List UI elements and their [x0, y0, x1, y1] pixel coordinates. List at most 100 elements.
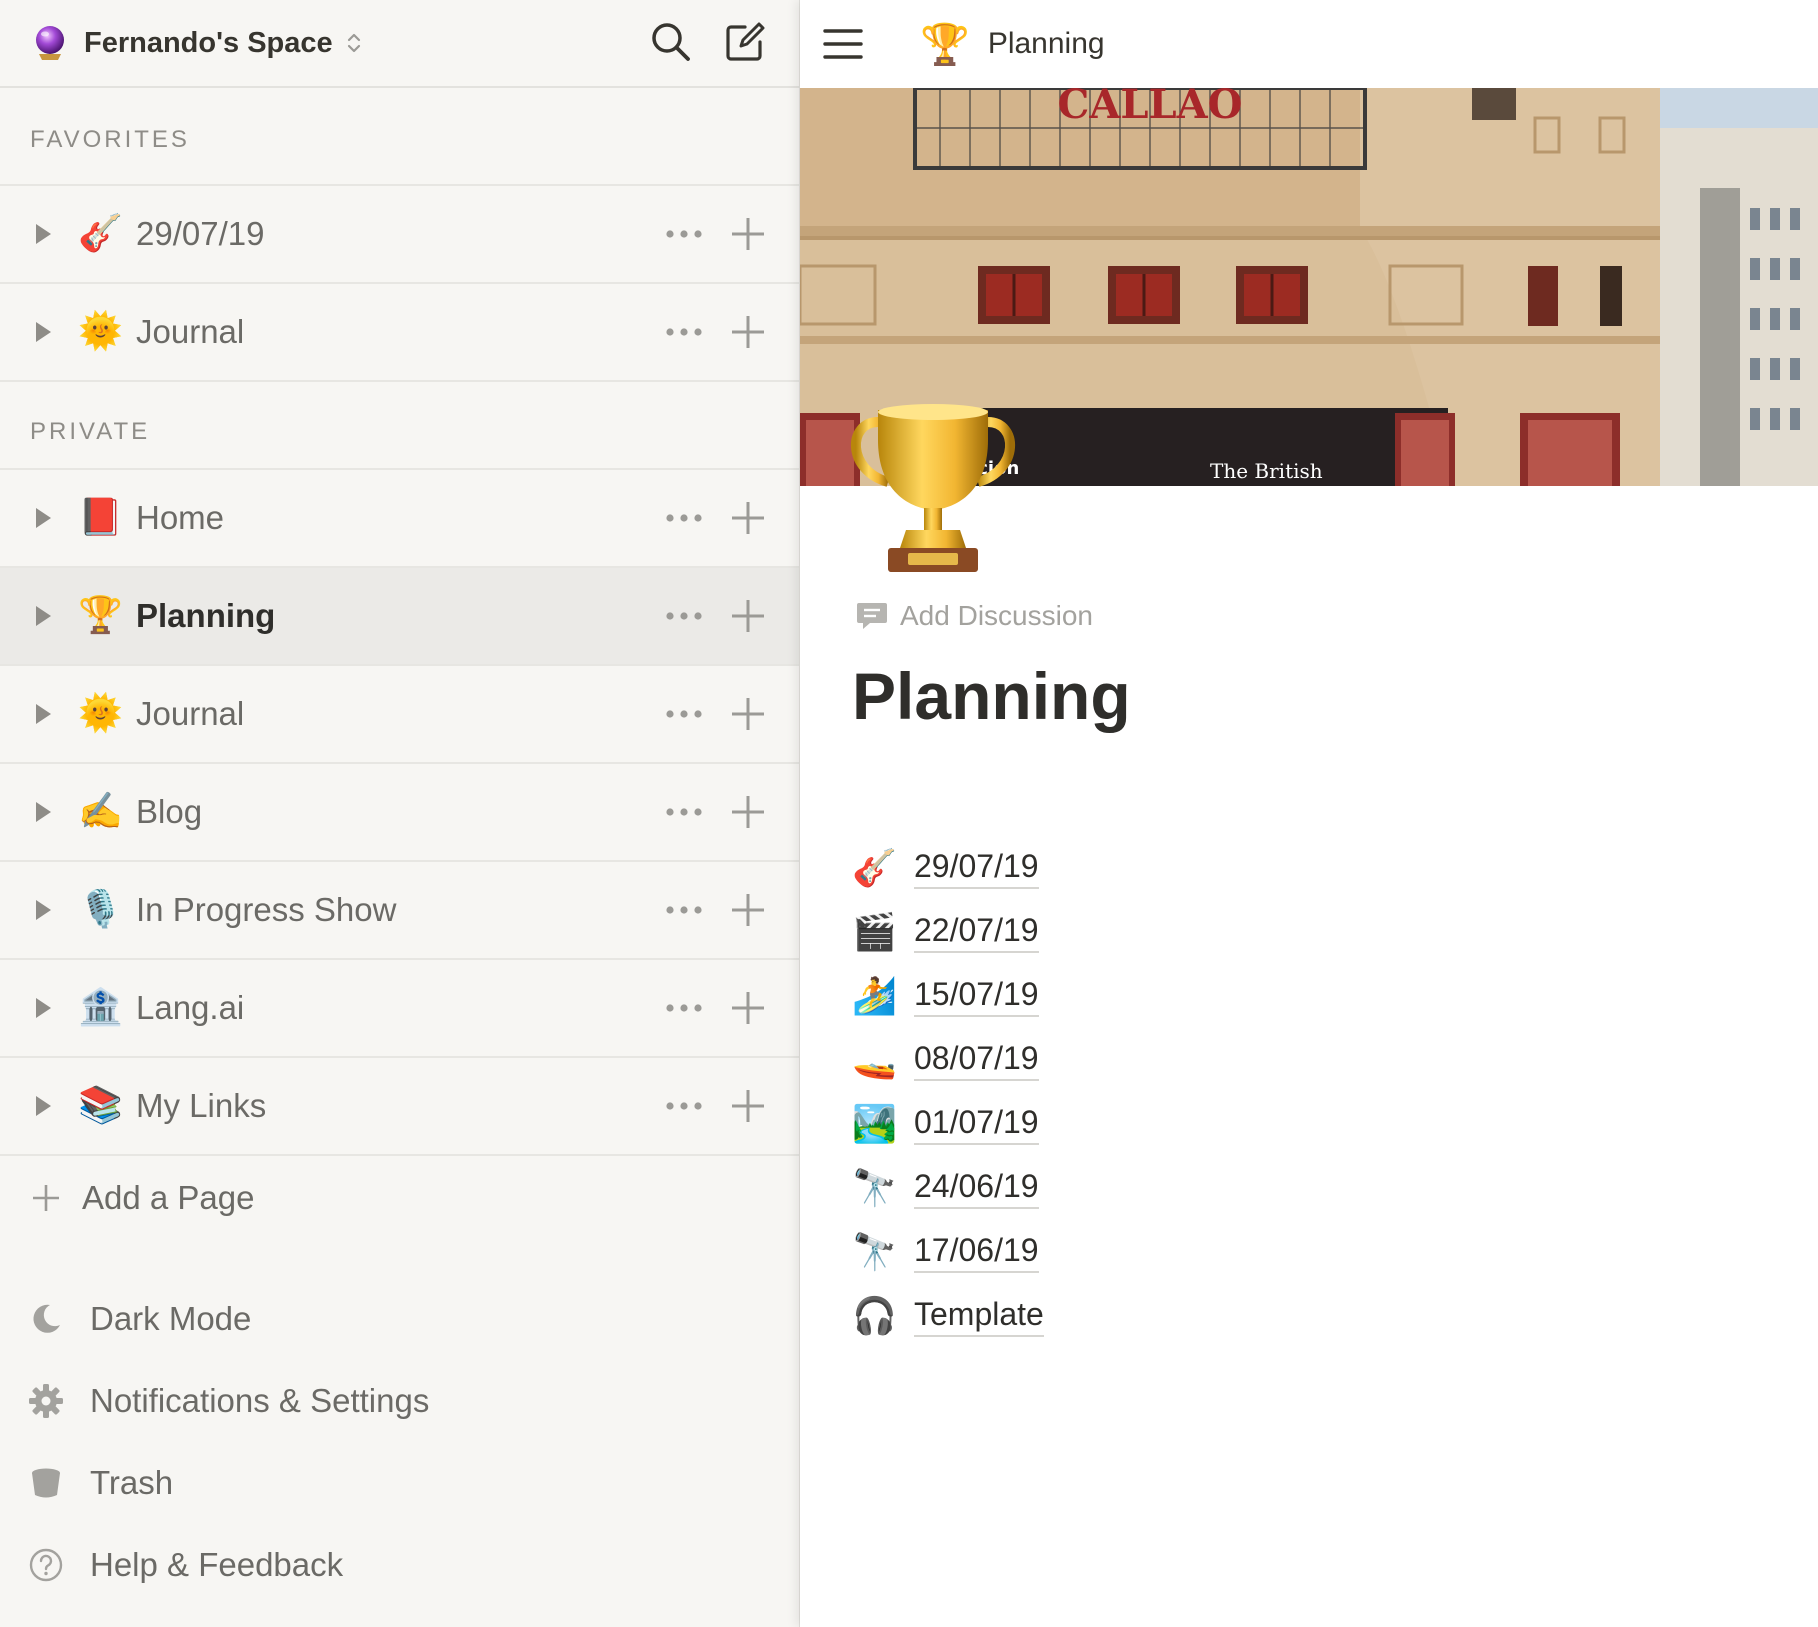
- sidebar-item-label: Journal: [136, 313, 245, 350]
- new-page-icon[interactable]: [721, 18, 769, 66]
- topbar: 🏆 Planning: [800, 0, 1818, 88]
- add-discussion-button[interactable]: Add Discussion: [856, 600, 1093, 632]
- subpage-link-22-07-19[interactable]: 🎬 22/07/19: [852, 900, 1044, 964]
- add-subpage-icon[interactable]: [728, 1086, 768, 1126]
- expand-toggle-icon[interactable]: [36, 1096, 51, 1116]
- expand-toggle-icon[interactable]: [36, 998, 51, 1018]
- add-subpage-icon[interactable]: [728, 596, 768, 636]
- search-icon[interactable]: [647, 18, 695, 66]
- subpage-list: 🎸 29/07/19 🎬 22/07/19 🏄 15/07/19 🚤 08/07…: [852, 836, 1044, 1348]
- add-subpage-icon[interactable]: [728, 890, 768, 930]
- subpage-link-template[interactable]: 🎧 Template: [852, 1284, 1044, 1348]
- add-subpage-icon[interactable]: [728, 988, 768, 1028]
- dark-mode-button[interactable]: Dark Mode: [0, 1278, 800, 1360]
- subpage-link-29-07-19[interactable]: 🎸 29/07/19: [852, 836, 1044, 900]
- sidebar-item-label: In Progress Show: [136, 891, 397, 928]
- subpage-label: 17/06/19: [914, 1232, 1039, 1273]
- chevron-updown-icon[interactable]: [345, 30, 363, 56]
- dark-mode-label: Dark Mode: [90, 1300, 252, 1337]
- sidebar-item-in-progress-show[interactable]: 🎙️ In Progress Show: [0, 862, 799, 960]
- more-icon[interactable]: [664, 998, 704, 1018]
- subpage-link-17-06-19[interactable]: 🔭 17/06/19: [852, 1220, 1044, 1284]
- cover-sign-text: CALLAO: [1058, 88, 1243, 128]
- more-icon[interactable]: [664, 1096, 704, 1116]
- hamburger-menu-icon[interactable]: [822, 23, 864, 65]
- add-page-label: Add a Page: [82, 1179, 255, 1216]
- favorites-section-label: FAVORITES: [0, 88, 799, 186]
- page-content: 🏆 Planning CALLAO The British Add Discus…: [800, 0, 1818, 1627]
- expand-toggle-icon[interactable]: [36, 508, 51, 528]
- subpage-link-24-06-19[interactable]: 🔭 24/06/19: [852, 1156, 1044, 1220]
- add-subpage-icon[interactable]: [728, 694, 768, 734]
- more-icon[interactable]: [664, 704, 704, 724]
- speedboat-icon: 🚤: [852, 1040, 897, 1081]
- guitar-icon: 🎸: [852, 848, 897, 889]
- expand-toggle-icon[interactable]: [36, 224, 51, 244]
- bank-icon: 🏦: [78, 987, 123, 1028]
- subpage-link-08-07-19[interactable]: 🚤 08/07/19: [852, 1028, 1044, 1092]
- breadcrumb-title[interactable]: Planning: [988, 27, 1105, 61]
- add-subpage-icon[interactable]: [728, 792, 768, 832]
- sidebar-item-label: 29/07/19: [136, 215, 265, 252]
- sidebar-item-planning[interactable]: 🏆 Planning: [0, 568, 799, 666]
- clapper-board-icon: 🎬: [852, 912, 897, 953]
- add-subpage-icon[interactable]: [728, 312, 768, 352]
- sidebar-item-label: Lang.ai: [136, 989, 245, 1026]
- sidebar-item-label: Planning: [136, 597, 276, 634]
- red-book-icon: 📕: [78, 497, 123, 538]
- more-icon[interactable]: [664, 224, 704, 244]
- subpage-label: 22/07/19: [914, 912, 1039, 953]
- subpage-link-15-07-19[interactable]: 🏄 15/07/19: [852, 964, 1044, 1028]
- add-page-button[interactable]: Add a Page: [0, 1156, 799, 1240]
- sidebar-item-label: Home: [136, 499, 225, 536]
- add-subpage-icon[interactable]: [728, 214, 768, 254]
- sun-with-face-icon: 🌞: [78, 693, 123, 734]
- help-feedback-label: Help & Feedback: [90, 1546, 344, 1583]
- microphone-icon: 🎙️: [78, 889, 123, 930]
- sidebar-item-home[interactable]: 📕 Home: [0, 470, 799, 568]
- expand-toggle-icon[interactable]: [36, 704, 51, 724]
- more-icon[interactable]: [664, 322, 704, 342]
- expand-toggle-icon[interactable]: [36, 900, 51, 920]
- plus-icon: [33, 1185, 59, 1211]
- sidebar-item-lang-ai[interactable]: 🏦 Lang.ai: [0, 960, 799, 1058]
- sidebar-item-blog[interactable]: ✍️ Blog: [0, 764, 799, 862]
- sidebar-item-journal[interactable]: 🌞 Journal: [0, 666, 799, 764]
- sidebar-item-label: Journal: [136, 695, 245, 732]
- subpage-label: 15/07/19: [914, 976, 1039, 1017]
- more-icon[interactable]: [664, 900, 704, 920]
- subpage-label: 24/06/19: [914, 1168, 1039, 1209]
- more-icon[interactable]: [664, 802, 704, 822]
- add-subpage-icon[interactable]: [728, 498, 768, 538]
- guitar-icon: 🎸: [78, 213, 123, 254]
- expand-toggle-icon[interactable]: [36, 606, 51, 626]
- sidebar-item-label: Blog: [136, 793, 203, 830]
- trophy-icon: 🏆: [78, 595, 123, 636]
- subpage-label: 29/07/19: [914, 848, 1039, 889]
- sidebar-item-favorite-29-07-19[interactable]: 🎸 29/07/19: [0, 186, 799, 284]
- more-icon[interactable]: [664, 508, 704, 528]
- trash-icon: [32, 1468, 60, 1498]
- subpage-label: 08/07/19: [914, 1040, 1039, 1081]
- trash-button[interactable]: Trash: [0, 1442, 800, 1524]
- cover-banner-right: The British: [1210, 459, 1323, 483]
- sidebar-item-my-links[interactable]: 📚 My Links: [0, 1058, 799, 1156]
- question-circle-icon: [29, 1548, 63, 1582]
- settings-button[interactable]: Notifications & Settings: [0, 1360, 800, 1442]
- surfer-icon: 🏄: [852, 976, 897, 1017]
- expand-toggle-icon[interactable]: [36, 322, 51, 342]
- help-feedback-button[interactable]: Help & Feedback: [0, 1524, 800, 1606]
- sidebar-header-actions: [647, 18, 769, 66]
- sun-with-face-icon: 🌞: [78, 311, 123, 352]
- telescope-icon: 🔭: [852, 1168, 897, 1209]
- crystal-ball-icon[interactable]: [30, 23, 70, 63]
- trophy-icon: 🏆: [920, 21, 970, 68]
- page-title[interactable]: Planning: [852, 658, 1131, 734]
- sidebar-item-favorite-journal[interactable]: 🌞 Journal: [0, 284, 799, 382]
- page-trophy-icon[interactable]: [848, 400, 1018, 576]
- subpage-link-01-07-19[interactable]: 🏞️ 01/07/19: [852, 1092, 1044, 1156]
- gear-icon: [29, 1384, 63, 1418]
- expand-toggle-icon[interactable]: [36, 802, 51, 822]
- more-icon[interactable]: [664, 606, 704, 626]
- workspace-name[interactable]: Fernando's Space: [84, 27, 333, 60]
